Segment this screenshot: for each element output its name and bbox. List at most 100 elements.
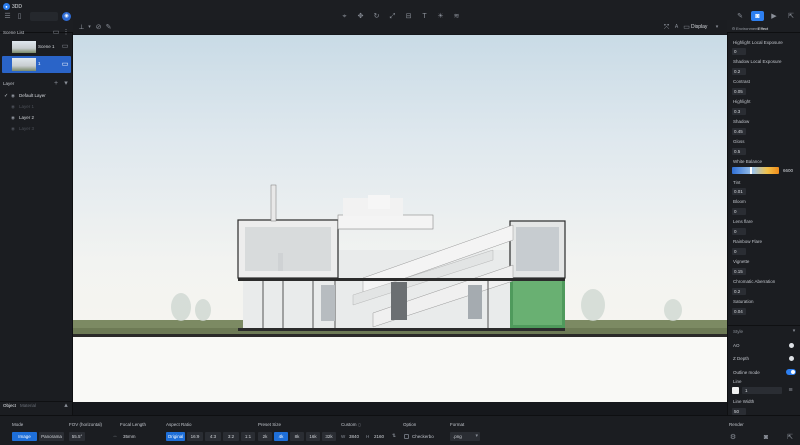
- tab-material[interactable]: Material: [20, 403, 36, 408]
- line-value[interactable]: 1: [742, 387, 782, 394]
- param-value[interactable]: 0.45: [732, 128, 746, 135]
- layer-name: Layer 2: [19, 115, 35, 120]
- eye-icon[interactable]: ◉: [11, 115, 15, 121]
- tab-environment[interactable]: Environment: [736, 26, 758, 31]
- param-value[interactable]: 0.01: [732, 188, 746, 195]
- render-settings-icon[interactable]: ⚙: [729, 433, 737, 441]
- aspect-16-9-button[interactable]: 16:9: [187, 432, 203, 441]
- layer-name: Default Layer: [19, 93, 46, 98]
- aspect-4-3-button[interactable]: 4:3: [205, 432, 221, 441]
- render-camera-icon[interactable]: ◙: [762, 433, 770, 441]
- param-value[interactable]: 0: [732, 208, 746, 215]
- scene-camera-icon[interactable]: ▭: [62, 43, 69, 50]
- edit-icon[interactable]: ✎: [735, 11, 745, 21]
- render-export-icon[interactable]: ⇱: [786, 433, 794, 441]
- scene-thumbnail: [12, 58, 36, 71]
- layer-item[interactable]: ◉ Layer 3: [2, 125, 71, 133]
- globe-icon[interactable]: ◉: [62, 12, 71, 21]
- focal-length-input[interactable]: 35mm: [120, 432, 150, 441]
- preset-2k-button[interactable]: 2k: [258, 432, 272, 441]
- param-value[interactable]: 0.2: [732, 288, 746, 295]
- lock-icon[interactable]: ▯: [357, 422, 362, 427]
- param-value[interactable]: 0.04: [732, 308, 746, 315]
- mode-label: Mode: [12, 422, 24, 427]
- param-value[interactable]: 0: [732, 248, 746, 255]
- slider-handle[interactable]: [750, 167, 752, 174]
- aspect-original-button[interactable]: Original: [166, 432, 185, 441]
- collapse-icon[interactable]: ▴: [63, 402, 69, 409]
- scene-list-label: Scene List: [3, 30, 25, 35]
- param-value[interactable]: 0: [732, 48, 746, 55]
- white-balance-slider[interactable]: [732, 167, 779, 174]
- custom-height-input[interactable]: 2160: [371, 432, 387, 441]
- menu-icon[interactable]: ☰: [4, 13, 11, 20]
- camera-icon[interactable]: ◙: [751, 11, 764, 21]
- format-select[interactable]: .png ▾: [450, 432, 480, 441]
- search-input[interactable]: [30, 12, 58, 21]
- line-width-value[interactable]: 50: [732, 408, 746, 415]
- layer-item[interactable]: ◉ Layer 1: [2, 103, 71, 111]
- param-value[interactable]: 0.3: [732, 108, 746, 115]
- chevron-down-icon[interactable]: ▾: [87, 24, 92, 31]
- param-label: Shadow: [733, 119, 750, 124]
- outline-mode-toggle[interactable]: [786, 369, 796, 375]
- mode-panorama-button[interactable]: Panorama: [39, 432, 64, 441]
- chevron-down-icon[interactable]: ▾: [714, 24, 720, 31]
- chevron-down-icon[interactable]: ▾: [791, 328, 797, 334]
- custom-label: Custom: [341, 422, 357, 427]
- save-scene-icon[interactable]: ▭: [53, 29, 60, 36]
- aspect-1-1-button[interactable]: 1:1: [241, 432, 255, 441]
- param-value[interactable]: 0: [732, 228, 746, 235]
- preset-16k-button[interactable]: 16k: [306, 432, 320, 441]
- layer-name: Layer 3: [19, 126, 35, 131]
- sidebar-toggle-icon[interactable]: ▯: [16, 13, 23, 20]
- eye-icon[interactable]: ◉: [11, 126, 15, 132]
- render-viewport[interactable]: [73, 35, 727, 402]
- link-icon[interactable]: ↔: [112, 433, 118, 440]
- collapse-icon[interactable]: ▾: [63, 80, 69, 87]
- checkerboard-checkbox[interactable]: [404, 434, 409, 439]
- fov-input[interactable]: 55.5°: [69, 432, 85, 441]
- video-icon[interactable]: ▶: [769, 11, 779, 21]
- param-value[interactable]: 0.05: [732, 88, 746, 95]
- eye-icon[interactable]: ◉: [11, 104, 15, 110]
- scene-camera-icon[interactable]: ▭: [62, 61, 69, 68]
- param-value[interactable]: 0.2: [732, 68, 746, 75]
- layer-item[interactable]: ✓ ◉ Default Layer: [2, 92, 71, 100]
- param-label: Highlight: [733, 99, 751, 104]
- grid-icon[interactable]: ⊘: [95, 24, 102, 31]
- param-value[interactable]: 0.15: [732, 268, 746, 275]
- custom-width-input[interactable]: 3840: [346, 432, 362, 441]
- fullscreen-icon[interactable]: ⤧: [663, 24, 670, 31]
- add-layer-icon[interactable]: +: [53, 80, 59, 87]
- eye-icon[interactable]: ◉: [11, 93, 15, 99]
- white-balance-value[interactable]: 6600: [783, 168, 793, 173]
- more-icon[interactable]: ⋮: [63, 29, 70, 36]
- preset-size-label: Preset Size: [258, 422, 282, 427]
- param-label: Vignette: [733, 259, 750, 264]
- option-label: Option: [403, 422, 417, 427]
- ao-toggle[interactable]: [789, 343, 794, 348]
- tab-effect[interactable]: Effect: [758, 26, 768, 31]
- preset-4k-button[interactable]: 4k: [274, 432, 288, 441]
- scene-item-selected[interactable]: 1 ▭: [2, 56, 71, 73]
- outline-mode-label: Outline mode: [733, 370, 760, 375]
- line-color-swatch[interactable]: [732, 387, 739, 394]
- line-style-icon[interactable]: ≡: [787, 387, 794, 394]
- preset-8k-button[interactable]: 8k: [290, 432, 304, 441]
- swap-icon[interactable]: ⇅: [391, 433, 397, 440]
- preset-32k-button[interactable]: 32k: [322, 432, 336, 441]
- aspect-3-2-button[interactable]: 3:2: [223, 432, 239, 441]
- export-icon[interactable]: ⇱: [786, 11, 796, 21]
- tab-object[interactable]: Object: [3, 403, 16, 408]
- edit-view-icon[interactable]: ✎: [105, 24, 112, 31]
- z-depth-toggle[interactable]: [789, 356, 794, 361]
- text-size-icon[interactable]: A: [673, 24, 680, 31]
- display-label[interactable]: Display: [691, 24, 707, 30]
- mode-image-button[interactable]: Image: [12, 432, 37, 441]
- layer-item[interactable]: ◉ Layer 2: [2, 114, 71, 122]
- display-icon[interactable]: ▭: [683, 24, 690, 31]
- axis-icon[interactable]: ⟂: [78, 24, 85, 31]
- param-value[interactable]: 0.5: [732, 148, 746, 155]
- scene-item[interactable]: Scene 1 ▭: [2, 39, 71, 55]
